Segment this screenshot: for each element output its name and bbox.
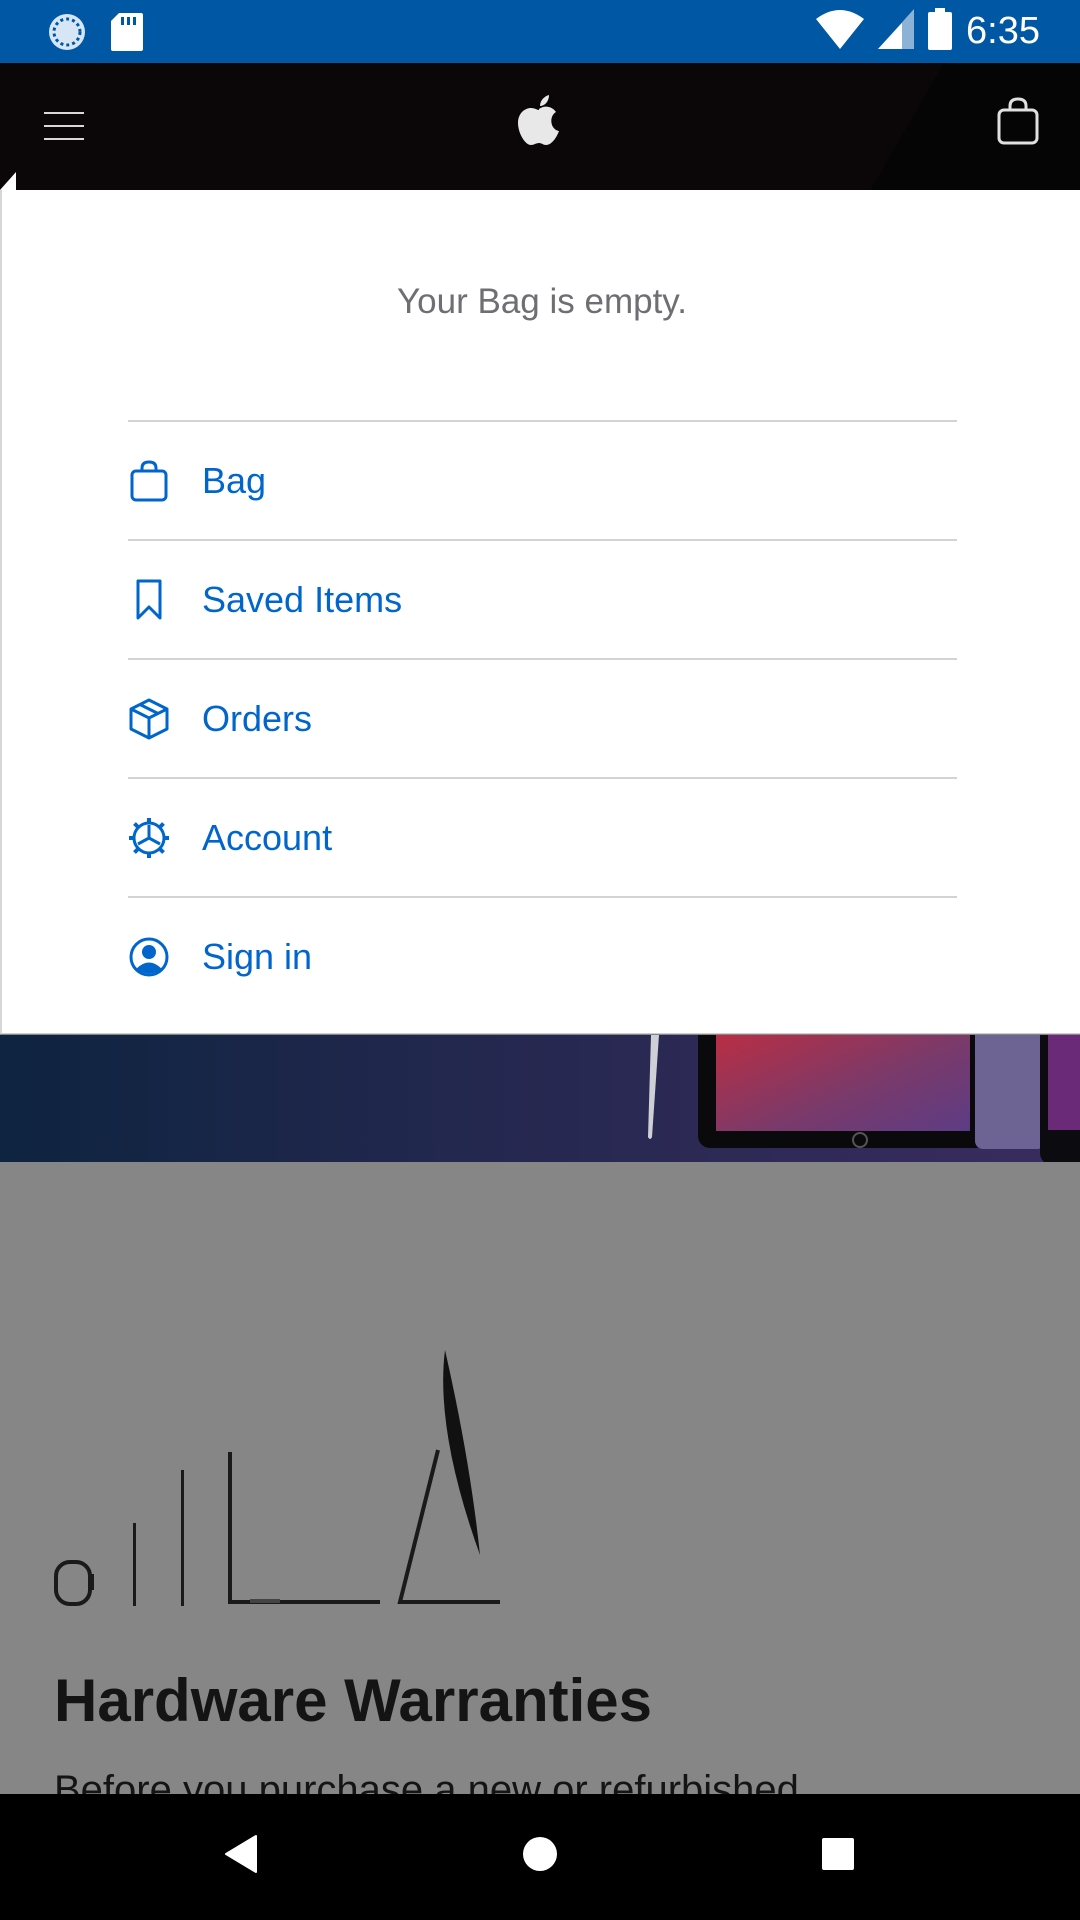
sync-icon — [47, 12, 87, 57]
menu-item-saved-items[interactable]: Saved Items — [128, 539, 957, 658]
menu-item-label: Account — [202, 816, 333, 858]
menu-item-account[interactable]: Account — [128, 777, 957, 896]
hamburger-menu-icon[interactable] — [44, 112, 86, 142]
panel-notch — [0, 172, 16, 190]
menu-item-label: Orders — [202, 697, 313, 739]
user-circle-icon — [128, 936, 170, 978]
status-time: 6:35 — [966, 10, 1040, 52]
menu-item-label: Saved Items — [202, 578, 403, 620]
menu-item-label: Sign in — [202, 935, 313, 977]
bag-dropdown-panel: Your Bag is empty. Bag Saved Items Order… — [0, 190, 1080, 1034]
section-title: Hardware Warranties — [54, 1667, 653, 1734]
menu-item-orders[interactable]: Orders — [128, 658, 957, 777]
devices-illustration — [50, 1340, 510, 1615]
gear-icon — [128, 817, 170, 859]
back-button[interactable] — [224, 1834, 258, 1879]
hero-banner-image — [0, 1035, 1080, 1162]
shopping-bag-icon[interactable] — [997, 97, 1039, 150]
sd-card-icon — [111, 13, 143, 56]
status-bar: 6:35 — [0, 0, 1080, 63]
box-icon — [128, 698, 170, 740]
recents-button[interactable] — [820, 1834, 856, 1879]
bag-icon — [128, 459, 170, 502]
menu-item-label: Bag — [202, 459, 267, 501]
cell-signal-icon — [878, 9, 915, 54]
apple-logo-icon[interactable] — [518, 95, 560, 150]
menu-item-sign-in[interactable]: Sign in — [128, 896, 957, 1015]
menu-item-bag[interactable]: Bag — [128, 420, 957, 539]
battery-icon — [928, 8, 953, 55]
bag-empty-message: Your Bag is empty. — [397, 282, 687, 321]
android-nav-bar — [0, 1794, 1080, 1920]
bag-menu-list: Bag Saved Items Orders Account Sign in — [128, 420, 957, 1015]
home-button[interactable] — [521, 1834, 559, 1879]
top-nav — [0, 63, 1080, 190]
wifi-icon — [816, 9, 865, 54]
bookmark-icon — [128, 579, 170, 621]
